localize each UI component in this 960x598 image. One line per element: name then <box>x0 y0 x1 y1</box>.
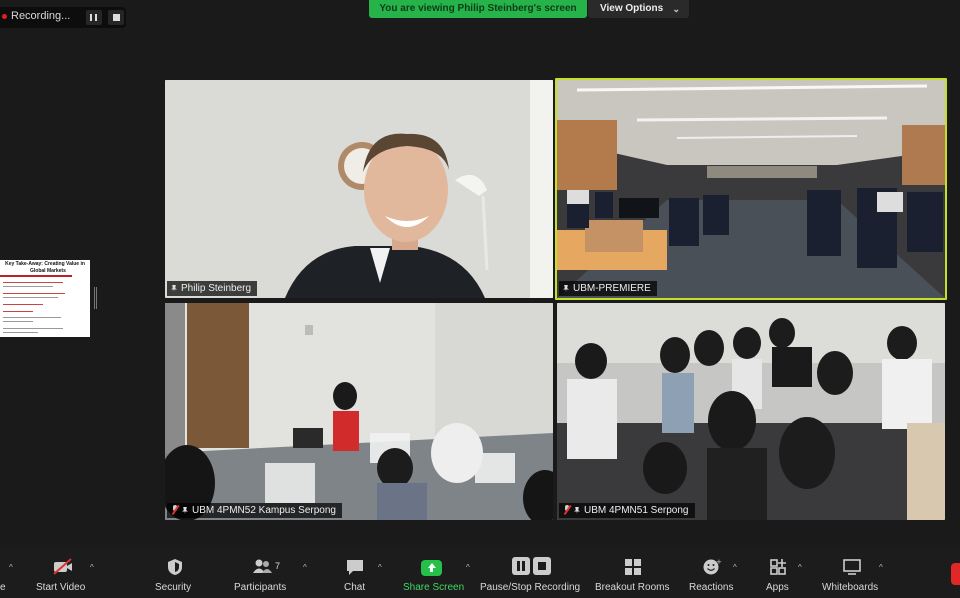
slide-text-line <box>3 293 65 294</box>
apps-icon <box>770 559 786 575</box>
view-options-label: View Options <box>600 3 664 14</box>
chevron-up-icon[interactable]: ^ <box>378 563 382 572</box>
participant-name-label: UBM 4PMN52 Kampus Serpong <box>167 503 342 518</box>
slide-text-line <box>3 317 61 318</box>
pin-icon <box>171 285 177 292</box>
chevron-up-icon[interactable]: ^ <box>90 563 94 572</box>
start-video-button[interactable]: Start Video <box>36 548 92 598</box>
breakout-rooms-button[interactable]: Breakout Rooms <box>595 548 675 598</box>
pin-icon <box>563 285 569 292</box>
end-meeting-button[interactable] <box>951 563 960 585</box>
pin-icon <box>182 507 188 514</box>
chevron-down-icon: ⌄ <box>672 4 680 14</box>
breakout-rooms-label: Breakout Rooms <box>595 582 670 593</box>
pin-icon <box>574 507 580 514</box>
slide-text-line <box>3 328 63 329</box>
viewing-screen-banner: You are viewing Philip Steinberg's scree… <box>369 0 587 18</box>
slide-title: Key Take-Away: Creating Value in <box>5 261 85 267</box>
reactions-icon: + <box>703 558 722 575</box>
apps-button[interactable]: Apps <box>765 548 793 598</box>
recording-label: Recording... <box>11 10 71 22</box>
chevron-up-icon[interactable]: ^ <box>466 563 470 572</box>
security-label: Security <box>155 582 192 593</box>
participant-video <box>557 80 945 298</box>
participants-count: 7 <box>275 561 281 571</box>
svg-text:+: + <box>716 558 722 566</box>
reactions-button[interactable]: + Reactions <box>688 548 736 598</box>
share-screen-label: Share Screen <box>403 582 465 593</box>
partial-toolbar-label: e <box>0 582 6 593</box>
slide-text-line <box>3 332 38 333</box>
recording-indicator: Recording... <box>0 7 126 28</box>
chevron-up-icon[interactable]: ^ <box>879 563 883 572</box>
slide-divider <box>0 275 72 277</box>
meeting-toolbar: ^ e Start Video ^ Security 7 Participant… <box>0 548 960 598</box>
slide-text-line <box>3 311 33 312</box>
pause-stop-recording-button[interactable]: Pause/Stop Recording <box>480 548 584 598</box>
participants-label: Participants <box>234 582 287 593</box>
share-screen-icon <box>421 560 442 576</box>
video-tile-ubm-4pmn52[interactable]: UBM 4PMN52 Kampus Serpong <box>165 303 553 520</box>
slide-text-line <box>3 304 43 305</box>
participant-video <box>165 303 553 520</box>
participant-name-label: UBM 4PMN51 Serpong <box>559 503 695 518</box>
slide-text-line <box>3 297 58 298</box>
apps-label: Apps <box>766 582 789 593</box>
chat-icon <box>347 560 363 575</box>
participant-name-label: UBM-PREMIERE <box>559 281 657 296</box>
stop-icon <box>533 557 551 575</box>
chat-label: Chat <box>344 582 366 593</box>
breakout-rooms-icon <box>625 559 641 575</box>
pause-icon <box>512 557 530 575</box>
chat-button[interactable]: Chat <box>342 548 372 598</box>
whiteboards-label: Whiteboards <box>822 582 879 593</box>
mic-muted-icon <box>171 505 179 514</box>
participant-name-label: Philip Steinberg <box>167 281 258 296</box>
chevron-up-icon[interactable]: ^ <box>303 563 307 572</box>
shield-icon <box>168 559 182 575</box>
video-off-icon <box>53 558 72 575</box>
start-video-label: Start Video <box>36 582 86 593</box>
shared-screen-thumbnail[interactable]: Key Take-Away: Creating Value in Global … <box>0 260 90 337</box>
video-tile-philip-steinberg[interactable]: Philip Steinberg <box>165 80 553 298</box>
slide-text-line <box>3 321 33 322</box>
participants-button[interactable]: 7 Participants <box>234 548 294 598</box>
mic-muted-icon <box>563 505 571 514</box>
panel-resize-handle[interactable] <box>94 287 97 309</box>
pause-recording-button[interactable] <box>86 10 102 25</box>
stop-recording-button[interactable] <box>108 10 124 25</box>
slide-text-line <box>3 286 53 287</box>
view-options-button[interactable]: View Options ⌄ <box>588 0 689 18</box>
stop-icon <box>113 14 120 21</box>
whiteboards-button[interactable]: Whiteboards <box>821 548 883 598</box>
slide-text-line <box>3 282 63 283</box>
video-tile-ubm-premiere[interactable]: UBM-PREMIERE <box>555 78 947 300</box>
security-button[interactable]: Security <box>155 548 195 598</box>
chevron-up-icon[interactable]: ^ <box>798 563 802 572</box>
reactions-label: Reactions <box>689 582 734 593</box>
pause-icon <box>90 14 97 21</box>
share-screen-button[interactable]: Share Screen <box>400 548 466 598</box>
video-tile-ubm-4pmn51[interactable]: UBM 4PMN51 Serpong <box>557 303 945 520</box>
chevron-up-icon[interactable]: ^ <box>733 563 737 572</box>
participants-icon <box>253 559 272 573</box>
whiteboard-icon <box>843 559 861 575</box>
chevron-up-icon[interactable]: ^ <box>9 563 13 572</box>
pause-stop-recording-label: Pause/Stop Recording <box>480 582 581 593</box>
slide-subtitle: Global Markets <box>30 268 66 274</box>
participant-video <box>557 303 945 520</box>
recording-dot-icon <box>2 14 7 19</box>
participant-video <box>165 80 553 298</box>
